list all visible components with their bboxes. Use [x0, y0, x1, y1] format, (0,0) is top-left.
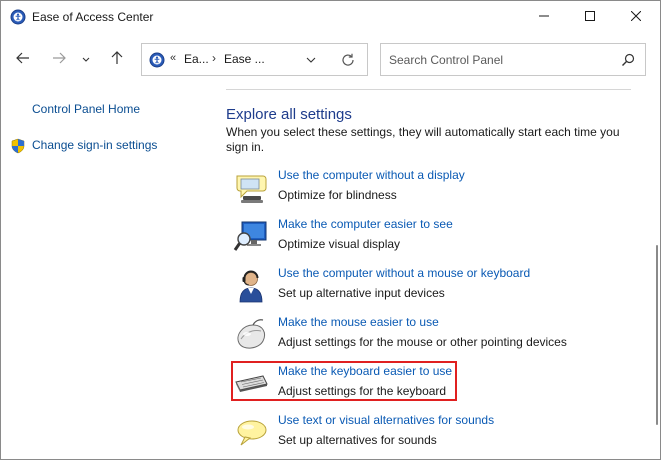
person-headset-icon [233, 268, 269, 304]
refresh-button[interactable] [340, 52, 356, 68]
item-description: Optimize visual display [278, 237, 401, 251]
breadcrumb-overflow[interactable]: « [170, 52, 176, 64]
breadcrumb-ease-of-access[interactable]: Ease ... [224, 52, 265, 66]
left-task-pane: Control Panel Home Change sign-in settin… [1, 89, 211, 459]
arrow-right-icon [52, 51, 66, 68]
up-button[interactable] [105, 47, 129, 71]
speech-display-icon [233, 170, 269, 206]
chevron-down-icon [82, 52, 90, 66]
arrow-up-icon [110, 50, 124, 68]
setting-item-without-mouse-keyboard: Use the computer without a mouse or keyb… [231, 266, 631, 308]
search-icon[interactable] [621, 53, 635, 67]
item-description: Adjust settings for the mouse or other p… [278, 335, 567, 349]
refresh-icon [340, 53, 356, 71]
back-button[interactable] [11, 47, 35, 71]
scrollbar-thumb[interactable] [656, 245, 658, 425]
item-link[interactable]: Make the keyboard easier to use [278, 364, 452, 378]
item-link[interactable]: Use the computer without a mouse or keyb… [278, 266, 530, 280]
breadcrumb-control-panel[interactable]: Ea... [184, 52, 209, 66]
magnifier-monitor-icon [233, 219, 269, 255]
item-link[interactable]: Use text or visual alternatives for soun… [278, 413, 494, 427]
setting-item-easier-to-see: Make the computer easier to see Optimize… [231, 217, 631, 259]
maximize-icon [585, 10, 595, 24]
shield-icon [10, 138, 26, 154]
breadcrumb-separator[interactable]: › [212, 51, 216, 65]
control-panel-home-link[interactable]: Control Panel Home [32, 102, 140, 116]
search-input[interactable] [389, 52, 609, 68]
section-description: When you select these settings, they wil… [226, 125, 620, 154]
ease-of-access-icon [10, 9, 26, 25]
change-sign-in-settings-link[interactable]: Change sign-in settings [32, 138, 157, 152]
item-link[interactable]: Use the computer without a display [278, 168, 465, 182]
item-description: Optimize for blindness [278, 188, 397, 202]
item-description: Set up alternatives for sounds [278, 433, 437, 447]
ease-of-access-window: Ease of Access Center « Ea... › Ease ...… [0, 0, 661, 460]
chevron-down-icon [304, 56, 318, 70]
section-heading: Explore all settings [226, 106, 352, 123]
forward-button[interactable] [47, 47, 71, 71]
speech-bubble-icon [233, 415, 269, 451]
minimize-icon [539, 10, 549, 24]
navigation-bar: « Ea... › Ease ... [1, 37, 660, 81]
keyboard-icon [233, 366, 269, 402]
address-dropdown-button[interactable] [304, 53, 318, 67]
close-icon [630, 10, 642, 24]
item-link[interactable]: Make the computer easier to see [278, 217, 453, 231]
item-link[interactable]: Make the mouse easier to use [278, 315, 439, 329]
recent-locations-button[interactable] [77, 47, 95, 71]
setting-item-keyboard: Make the keyboard easier to use Adjust s… [231, 364, 631, 406]
close-button[interactable] [613, 1, 659, 33]
title-bar: Ease of Access Center [1, 1, 660, 33]
mouse-icon [233, 317, 269, 353]
setting-item-sounds: Use text or visual alternatives for soun… [231, 413, 631, 455]
search-box[interactable] [380, 43, 646, 76]
arrow-left-icon [16, 51, 30, 68]
item-description: Adjust settings for the keyboard [278, 384, 447, 398]
ease-of-access-icon [149, 52, 165, 68]
item-description: Set up alternative input devices [278, 286, 445, 300]
setting-item-without-display: Use the computer without a display Optim… [231, 168, 631, 210]
address-bar[interactable]: « Ea... › Ease ... [141, 43, 368, 76]
setting-item-mouse: Make the mouse easier to use Adjust sett… [231, 315, 631, 357]
minimize-button[interactable] [521, 1, 567, 33]
maximize-button[interactable] [567, 1, 613, 33]
content-divider [226, 89, 631, 90]
window-title: Ease of Access Center [32, 10, 154, 24]
